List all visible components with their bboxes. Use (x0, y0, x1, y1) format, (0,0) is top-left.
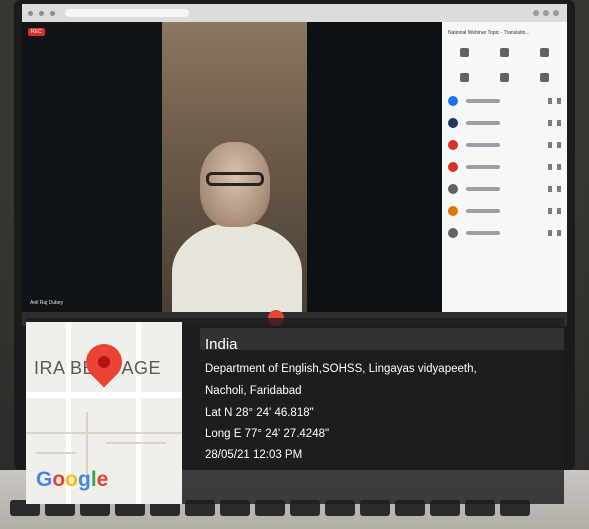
participant-row[interactable] (442, 112, 567, 134)
mic-icon[interactable] (548, 98, 552, 104)
map-road (136, 322, 141, 504)
country-label: India (205, 336, 238, 353)
browser-extension-icons (533, 10, 559, 16)
logo-letter: G (36, 468, 53, 491)
menu-icon[interactable] (553, 10, 559, 16)
map-street (106, 442, 166, 444)
panel-actions-row-1 (442, 40, 567, 65)
recording-badge: REC (28, 28, 45, 36)
logo-letter: o (52, 468, 66, 491)
speaker-glasses (206, 172, 264, 186)
logo-letter: g (78, 468, 91, 491)
participant-name (466, 165, 500, 169)
logo-letter: o (65, 468, 78, 491)
participant-name (466, 121, 500, 125)
host-controls-icon[interactable] (540, 48, 550, 57)
edit-icon[interactable] (499, 48, 509, 57)
mic-icon[interactable] (548, 208, 552, 214)
avatar (448, 118, 458, 128)
longitude-label: Long E 77° 24' 27.4248" (205, 428, 330, 440)
profile-icon[interactable] (543, 10, 549, 16)
address-line-2: Nacholi, Faridabad (205, 385, 302, 397)
more-options-icon[interactable] (557, 230, 561, 236)
laptop-screen: REC Anil Raj Dubey National Webinar Topi… (22, 4, 567, 326)
participant-controls (548, 142, 561, 148)
participant-controls (548, 208, 561, 214)
participant-name (466, 187, 500, 191)
avatar (448, 184, 458, 194)
reload-icon[interactable] (50, 10, 55, 16)
add-people-icon[interactable] (459, 48, 469, 57)
participant-name (466, 143, 500, 147)
video-grid: REC Anil Raj Dubey (22, 22, 442, 312)
mic-icon[interactable] (548, 230, 552, 236)
participant-controls (548, 186, 561, 192)
participant-row[interactable] (442, 90, 567, 112)
participant-row[interactable] (442, 134, 567, 156)
participant-controls (548, 98, 561, 104)
avatar (448, 162, 458, 172)
location-pin-center (98, 356, 110, 368)
address-bar[interactable] (65, 9, 189, 17)
back-icon[interactable] (28, 10, 33, 16)
participant-controls (548, 164, 561, 170)
participant-controls (548, 120, 561, 126)
mic-icon[interactable] (548, 120, 552, 126)
map-road (26, 392, 182, 398)
speaker-name-tag: Anil Raj Dubey (30, 300, 64, 306)
speaker-body (172, 222, 302, 312)
map-street (36, 452, 76, 454)
participant-name (466, 231, 500, 235)
mic-icon[interactable] (548, 186, 552, 192)
meeting-title: National Webinar Topic - Translatio... (448, 30, 530, 36)
map-thumbnail: IRA BE AGE Google (26, 322, 182, 504)
google-logo: Google (36, 468, 108, 492)
mute-all-icon[interactable] (459, 73, 469, 82)
participant-list (442, 90, 567, 244)
more-options-icon[interactable] (557, 120, 561, 126)
mic-icon[interactable] (548, 164, 552, 170)
logo-letter: e (96, 468, 109, 491)
participants-panel: National Webinar Topic - Translatio... (442, 22, 567, 312)
map-street (26, 432, 182, 434)
geotag-info: India Department of English,SOHSS, Linga… (205, 336, 477, 471)
latitude-label: Lat N 28° 24' 46.818" (205, 407, 314, 419)
avatar (448, 140, 458, 150)
breakout-icon[interactable] (540, 73, 550, 82)
participant-row[interactable] (442, 178, 567, 200)
mic-icon[interactable] (548, 142, 552, 148)
extension-icon[interactable] (533, 10, 539, 16)
more-options-icon[interactable] (557, 142, 561, 148)
address-line-1: Department of English,SOHSS, Lingayas vi… (205, 363, 477, 375)
panel-actions-row-2 (442, 65, 567, 90)
participant-controls (548, 230, 561, 236)
avatar (448, 228, 458, 238)
timestamp-label: 28/05/21 12:03 PM (205, 449, 303, 461)
participant-name (466, 99, 500, 103)
more-options-icon[interactable] (557, 98, 561, 104)
participant-row[interactable] (442, 200, 567, 222)
participant-row[interactable] (442, 156, 567, 178)
participant-tile-right (307, 22, 442, 312)
more-options-icon[interactable] (557, 164, 561, 170)
participant-name (466, 209, 500, 213)
forward-icon[interactable] (39, 10, 44, 16)
avatar (448, 206, 458, 216)
participant-row[interactable] (442, 222, 567, 244)
active-speaker-tile (162, 22, 307, 312)
participant-tile-left (22, 22, 162, 312)
browser-toolbar (22, 4, 567, 22)
more-options-icon[interactable] (557, 186, 561, 192)
more-options-icon[interactable] (557, 208, 561, 214)
avatar (448, 96, 458, 106)
attendance-icon[interactable] (499, 73, 509, 82)
